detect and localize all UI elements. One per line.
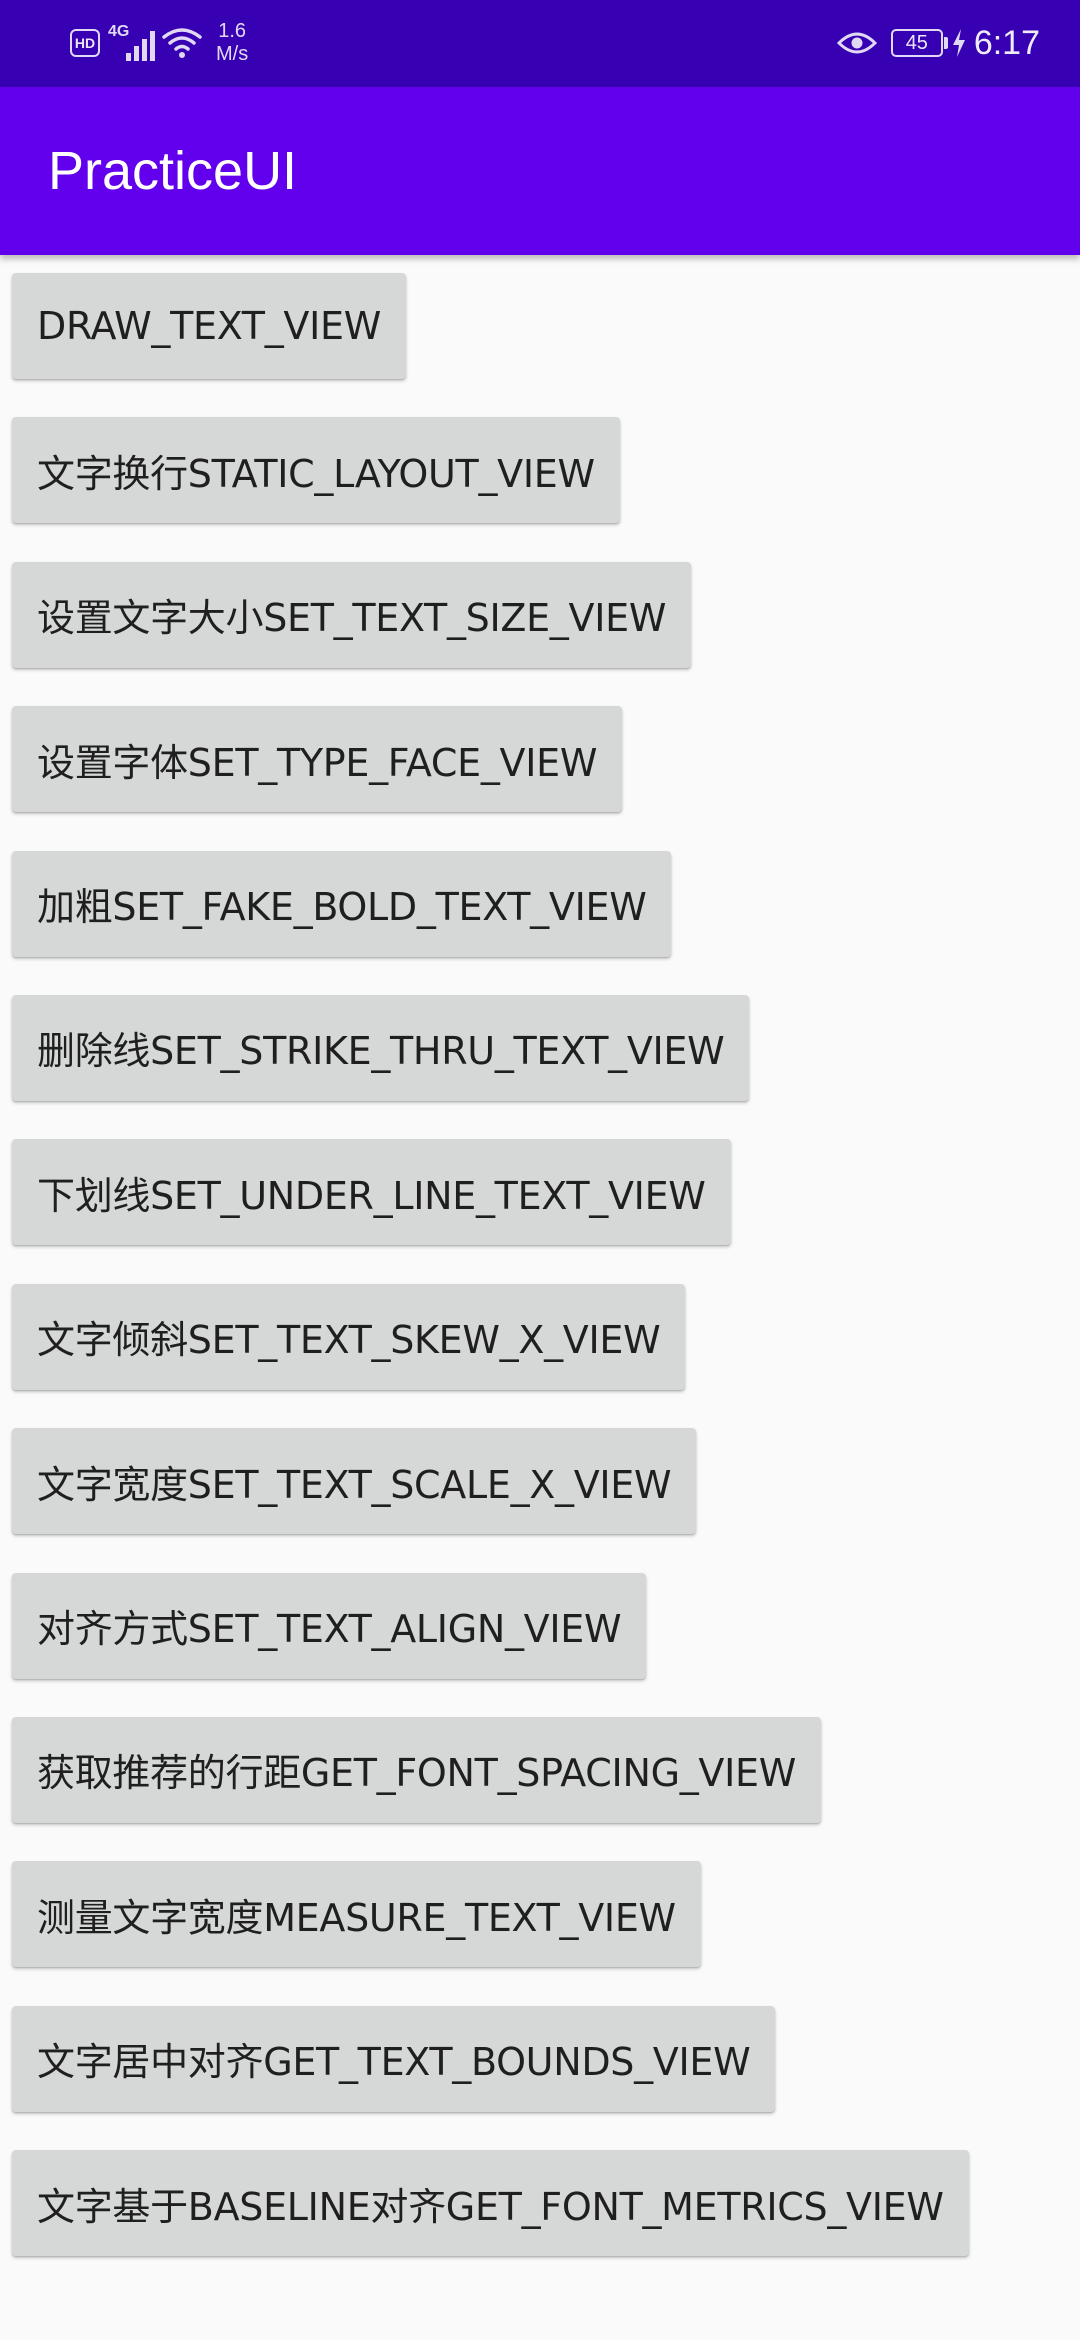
app-title: PracticeUI (48, 141, 298, 201)
battery-icon: 45 (890, 29, 948, 57)
set-text-scale-x-view-button[interactable]: 文字宽度SET_TEXT_SCALE_X_VIEW (12, 1428, 697, 1535)
get-text-bounds-view-button[interactable]: 文字居中对齐GET_TEXT_BOUNDS_VIEW (12, 2005, 776, 2112)
app-bar: PracticeUI (0, 87, 1080, 255)
signal-icon: 4G (108, 23, 156, 63)
set-strike-thru-text-view-button[interactable]: 删除线SET_STRIKE_THRU_TEXT_VIEW (12, 994, 750, 1101)
button-list: DRAW_TEXT_VIEW 文字换行STATIC_LAYOUT_VIEW 设置… (12, 273, 1072, 2294)
battery-level: 45 (890, 29, 943, 57)
hd-icon: HD (70, 29, 100, 57)
set-text-skew-x-view-button[interactable]: 文字倾斜SET_TEXT_SKEW_X_VIEW (12, 1283, 686, 1390)
status-bar-right: 45 6:17 (836, 18, 1040, 68)
clock: 6:17 (973, 23, 1040, 62)
measure-text-view-button[interactable]: 测量文字宽度MEASURE_TEXT_VIEW (12, 1861, 701, 1968)
network-speed-value: 1.6 (218, 20, 247, 42)
wifi-icon (162, 28, 202, 58)
set-text-size-view-button[interactable]: 设置文字大小SET_TEXT_SIZE_VIEW (12, 561, 692, 668)
set-type-face-view-button[interactable]: 设置字体SET_TYPE_FACE_VIEW (12, 706, 623, 813)
set-under-line-text-view-button[interactable]: 下划线SET_UNDER_LINE_TEXT_VIEW (12, 1139, 731, 1246)
draw-text-view-button[interactable]: DRAW_TEXT_VIEW (12, 273, 406, 379)
static-layout-view-button[interactable]: 文字换行STATIC_LAYOUT_VIEW (12, 417, 620, 524)
get-font-spacing-view-button[interactable]: 获取推荐的行距GET_FONT_SPACING_VIEW (12, 1716, 822, 1823)
status-bar-left: HD 4G 1.6 M/s (70, 18, 248, 68)
eye-icon (836, 32, 877, 54)
status-bar: HD 4G 1.6 M/s 45 6:17 (0, 0, 1080, 87)
network-type-label: 4G (108, 23, 130, 40)
set-text-align-view-button[interactable]: 对齐方式SET_TEXT_ALIGN_VIEW (12, 1572, 647, 1679)
charging-bolt-icon (952, 29, 965, 57)
get-font-metrics-view-button[interactable]: 文字基于BASELINE对齐GET_FONT_METRICS_VIEW (12, 2150, 969, 2257)
network-speed: 1.6 M/s (216, 20, 248, 66)
set-fake-bold-text-view-button[interactable]: 加粗SET_FAKE_BOLD_TEXT_VIEW (12, 850, 672, 957)
network-speed-unit: M/s (216, 43, 249, 65)
